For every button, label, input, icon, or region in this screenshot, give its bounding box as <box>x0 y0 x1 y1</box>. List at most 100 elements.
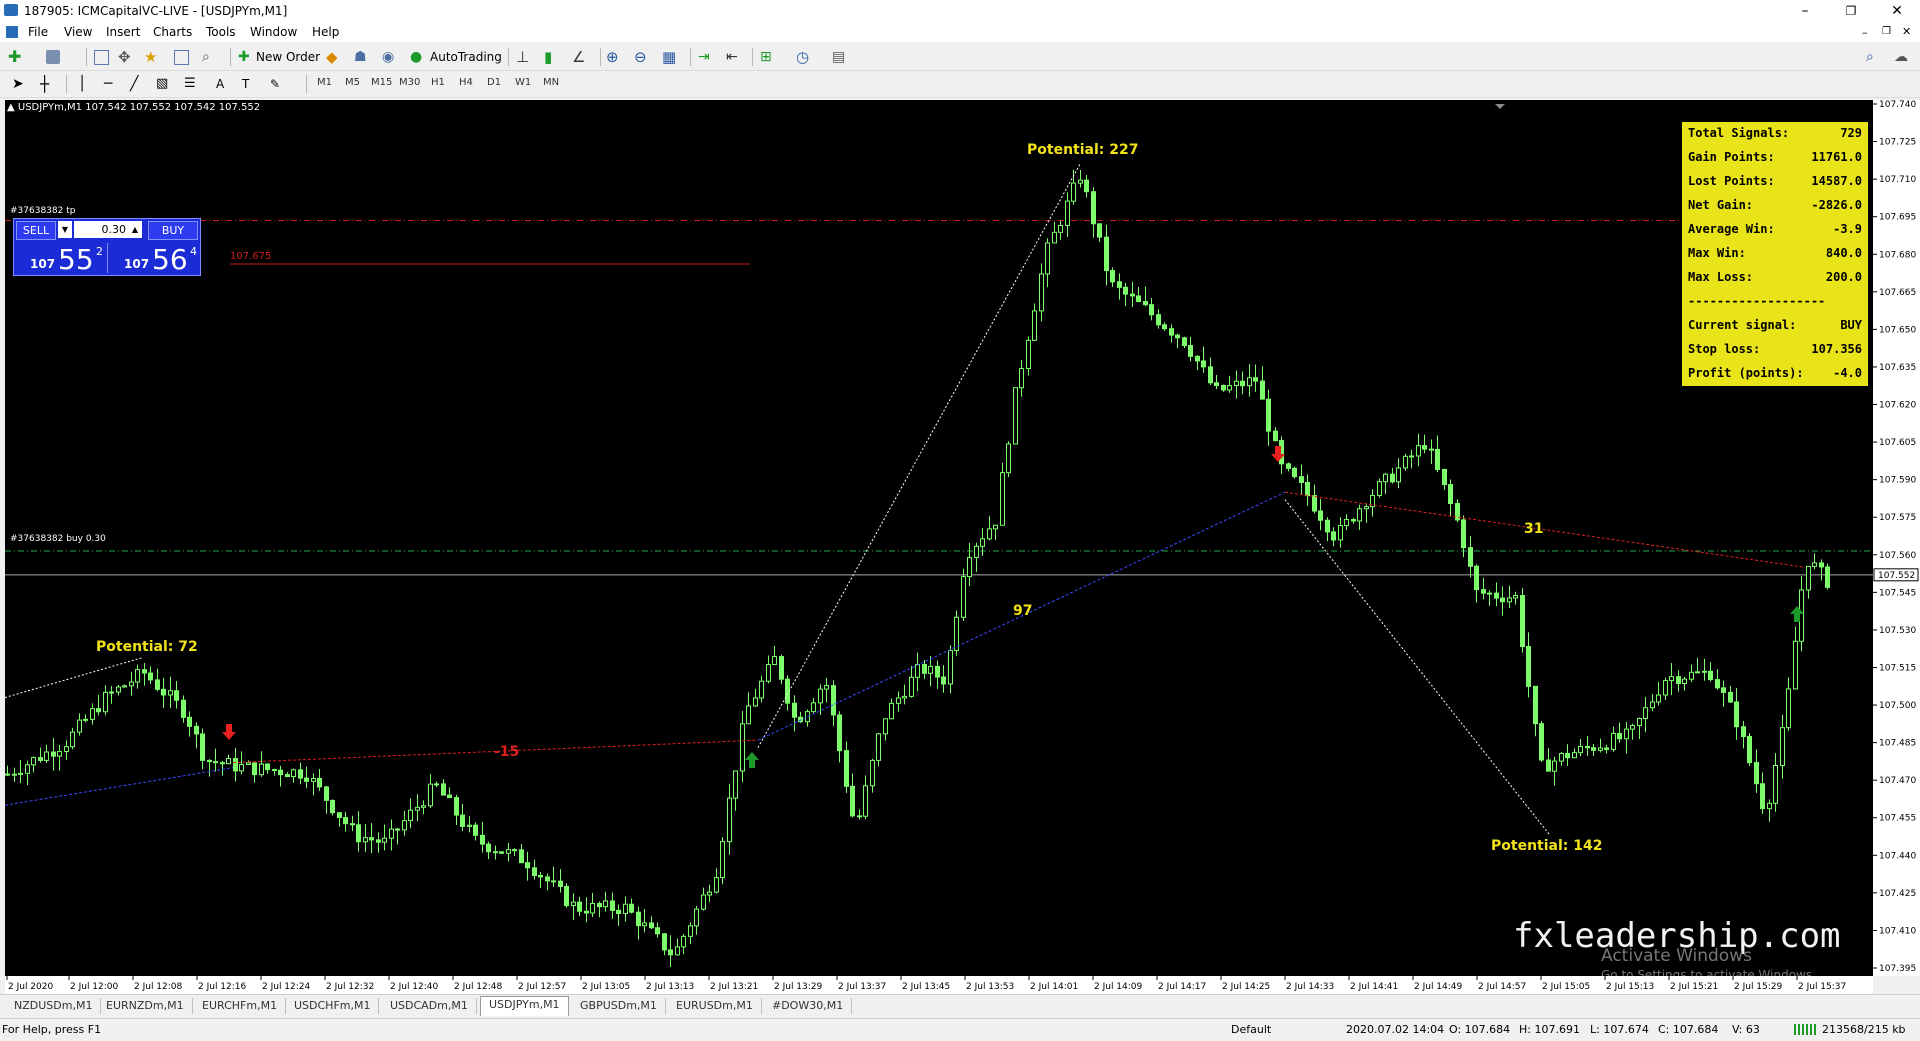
menu-file[interactable]: File <box>28 25 48 39</box>
candle-body <box>694 908 699 927</box>
tab-dow30-m1[interactable]: #DOW30,M1 <box>764 998 853 1014</box>
menu-window[interactable]: Window <box>250 25 297 39</box>
buy-button[interactable]: BUY <box>148 221 198 240</box>
close-button[interactable]: ✕ <box>1874 0 1920 22</box>
crosshair-icon[interactable]: ┼ <box>40 75 58 93</box>
timeframe-m5[interactable]: M5 <box>345 77 360 88</box>
tab-usdjpym-m1[interactable]: USDJPYm,M1 <box>480 996 569 1016</box>
timeframe-w1[interactable]: W1 <box>515 77 531 88</box>
connection-status-icon[interactable] <box>1794 1024 1816 1035</box>
timeframe-m1[interactable]: M1 <box>317 77 332 88</box>
chart-shift-icon[interactable]: ⇥ <box>698 48 716 66</box>
autotrading-icon[interactable]: ● <box>410 48 428 66</box>
zoom-in-icon[interactable]: ⊕ <box>606 48 624 66</box>
profiles-icon[interactable] <box>46 50 60 64</box>
search-icon[interactable]: ⌕ <box>1866 48 1884 66</box>
lot-decrease-icon[interactable]: ▼ <box>58 221 72 238</box>
lot-size-input[interactable]: 0.30 <box>74 221 130 238</box>
new-chart-icon[interactable]: ✚ <box>8 48 26 66</box>
arrows-icon[interactable]: ✎ <box>270 75 288 93</box>
menu-tools[interactable]: Tools <box>206 25 236 39</box>
time-tick-label: 2 Jul 13:37 <box>838 982 886 992</box>
sell-button[interactable]: SELL <box>16 221 56 240</box>
candle-body <box>506 849 511 854</box>
broadcast-icon[interactable]: ◉ <box>382 48 400 66</box>
tab-eurchfm-m1[interactable]: EURCHFm,M1 <box>194 998 287 1014</box>
templates-icon[interactable]: ▤ <box>832 48 850 66</box>
indicators-icon[interactable]: ⊞ <box>760 48 778 66</box>
channel-icon[interactable]: ▧ <box>156 75 174 93</box>
meta-editor-icon[interactable]: ◆ <box>326 48 344 66</box>
autotrading-button[interactable]: AutoTrading <box>430 50 502 64</box>
price-axis[interactable]: 107.740 107.725 107.710 107.695 107.680 107.6… <box>1873 100 1920 976</box>
timeframe-h4[interactable]: H4 <box>459 77 473 88</box>
mdi-minimize-icon[interactable]: – <box>1862 26 1868 39</box>
timeframe-m15[interactable]: M15 <box>371 77 392 88</box>
mdi-close-icon[interactable]: ✕ <box>1902 25 1911 38</box>
periods-icon[interactable]: ◷ <box>796 48 814 66</box>
menu-help[interactable]: Help <box>312 25 339 39</box>
candle-body <box>103 691 108 713</box>
vertical-line-icon[interactable]: │ <box>78 75 96 93</box>
signals-icon[interactable]: ☗ <box>354 48 372 66</box>
trendline-icon[interactable]: ╱ <box>130 75 148 93</box>
candle-body <box>207 759 212 763</box>
menu-insert[interactable]: Insert <box>106 25 140 39</box>
price-tick-label: 107.650 <box>1879 325 1916 335</box>
tab-nzdusdm-m1[interactable]: NZDUSDm,M1 <box>6 998 102 1014</box>
stat-value: 729 <box>1840 126 1862 140</box>
cursor-icon[interactable]: ➤ <box>12 75 30 93</box>
auto-scroll-icon[interactable]: ⇤ <box>726 48 744 66</box>
candle-body <box>759 680 764 699</box>
mdi-restore-icon[interactable]: ❐ <box>1882 26 1891 37</box>
terminal-icon[interactable] <box>174 50 189 65</box>
candle-body <box>480 834 485 845</box>
candle-body <box>1760 783 1765 810</box>
navigator-icon[interactable]: ★ <box>144 48 162 66</box>
candlestick-icon[interactable]: ▮ <box>544 48 562 66</box>
tab-usdchfm-m1[interactable]: USDCHFm,M1 <box>286 998 380 1014</box>
time-axis[interactable]: 2 Jul 2020 2 Jul 12:00 2 Jul 12:08 2 Jul 12… <box>5 976 1873 994</box>
horizontal-line-icon[interactable]: ─ <box>104 75 122 93</box>
text-label-icon[interactable]: T <box>242 75 260 93</box>
tab-eurnzdm-m1[interactable]: EURNZDm,M1 <box>98 998 193 1014</box>
candle-body <box>1383 473 1388 483</box>
tab-eurusdm-m1[interactable]: EURUSDm,M1 <box>668 998 762 1014</box>
data-window-icon[interactable]: ✥ <box>118 48 136 66</box>
time-tick-label: 2 Jul 13:13 <box>646 982 694 992</box>
timeframe-d1[interactable]: D1 <box>487 77 501 88</box>
chat-icon[interactable]: ☁ <box>1894 48 1912 66</box>
strategy-tester-icon[interactable]: ⌕ <box>202 48 220 66</box>
menu-charts[interactable]: Charts <box>153 25 192 39</box>
market-watch-icon[interactable] <box>94 50 109 65</box>
text-icon[interactable]: A <box>216 75 234 93</box>
timeframe-m30[interactable]: M30 <box>399 77 420 88</box>
timeframe-mn[interactable]: MN <box>543 77 559 88</box>
new-order-button[interactable]: New Order <box>256 50 320 64</box>
zoom-out-icon[interactable]: ⊖ <box>634 48 652 66</box>
line-chart-icon[interactable]: ∠ <box>572 48 590 66</box>
fibonacci-icon[interactable]: ☰ <box>184 75 202 93</box>
lot-increase-icon[interactable]: ▲ <box>128 221 142 238</box>
price-chart[interactable]: ▲ USDJPYm,M1 107.542 107.552 107.542 107… <box>5 100 1873 982</box>
candle-body <box>1624 728 1629 740</box>
bar-chart-icon[interactable]: ⊥ <box>516 48 534 66</box>
sell-price[interactable]: 107 55 2 <box>16 243 106 276</box>
timeframe-h1[interactable]: H1 <box>431 77 445 88</box>
price-tick-label: 107.410 <box>1879 926 1916 936</box>
new-order-icon[interactable]: ✚ <box>238 48 256 66</box>
restore-button[interactable]: ❐ <box>1828 0 1874 22</box>
tab-usdcadm-m1[interactable]: USDCADm,M1 <box>382 998 477 1014</box>
buy-price[interactable]: 107 56 4 <box>110 243 200 276</box>
minimize-button[interactable]: – <box>1782 0 1828 22</box>
price-tick-label: 107.425 <box>1879 889 1916 899</box>
tile-windows-icon[interactable]: ▦ <box>662 48 680 66</box>
menu-view[interactable]: View <box>64 25 92 39</box>
candle-body <box>1507 597 1512 603</box>
candle-body <box>772 656 777 665</box>
stat-row: ------------------- <box>1688 294 1862 314</box>
candle-body <box>538 874 543 878</box>
stat-row: Max Loss: 200.0 <box>1688 270 1862 290</box>
tab-gbpusdm-m1[interactable]: GBPUSDm,M1 <box>572 998 666 1014</box>
price-tick-label: 107.740 <box>1879 100 1916 110</box>
